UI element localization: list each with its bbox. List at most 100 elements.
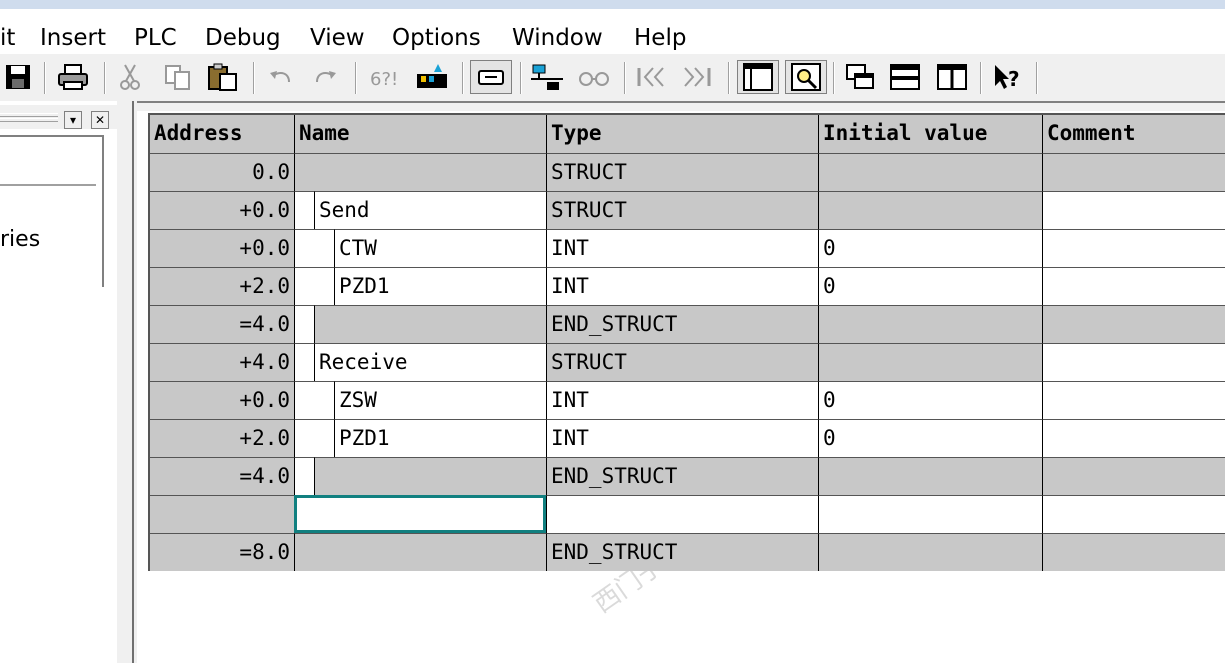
comment-cell[interactable] xyxy=(1042,381,1225,419)
type-cell[interactable]: STRUCT xyxy=(546,191,818,229)
type-cell[interactable]: STRUCT xyxy=(546,153,818,191)
initial-value-cell[interactable] xyxy=(818,153,1042,191)
menu-insert[interactable]: Insert xyxy=(40,25,106,51)
type-cell[interactable]: INT xyxy=(546,419,818,457)
zoom-view-icon[interactable] xyxy=(785,60,827,94)
menu-options[interactable]: Options xyxy=(392,25,481,51)
menu-plc[interactable]: PLC xyxy=(134,25,177,51)
table-row[interactable]: +0.0 Send STRUCT xyxy=(150,191,1225,229)
indent-spacer xyxy=(294,343,314,381)
name-cell[interactable]: Send xyxy=(314,191,546,229)
tree-divider xyxy=(0,184,96,186)
menu-help[interactable]: Help xyxy=(634,25,686,51)
paste-icon[interactable] xyxy=(204,60,242,94)
name-cell[interactable] xyxy=(314,457,546,495)
comment-cell[interactable] xyxy=(1042,153,1225,191)
svg-text:6?!: 6?! xyxy=(370,69,398,90)
initial-value-cell[interactable] xyxy=(818,533,1042,571)
initial-value-cell[interactable]: 0 xyxy=(818,419,1042,457)
last-icon[interactable] xyxy=(680,60,714,94)
type-cell[interactable]: END_STRUCT xyxy=(546,457,818,495)
svg-text:?: ? xyxy=(1008,67,1020,91)
name-cell[interactable] xyxy=(294,533,546,571)
initial-value-cell[interactable]: 0 xyxy=(818,381,1042,419)
name-cell[interactable] xyxy=(294,153,546,191)
type-cell[interactable]: INT xyxy=(546,267,818,305)
undo-icon[interactable] xyxy=(264,60,298,94)
name-cell-selected[interactable] xyxy=(294,495,546,533)
copy-icon[interactable] xyxy=(160,60,196,94)
table-row[interactable]: +0.0 CTW INT 0 xyxy=(150,229,1225,267)
data-view-icon[interactable] xyxy=(737,60,779,94)
menu-debug[interactable]: Debug xyxy=(205,25,281,51)
print-icon[interactable] xyxy=(55,60,91,94)
table-row[interactable]: +0.0 ZSW INT 0 xyxy=(150,381,1225,419)
context-help-icon[interactable]: ? xyxy=(988,60,1028,94)
module-info-icon[interactable] xyxy=(412,60,452,94)
type-cell[interactable]: STRUCT xyxy=(546,343,818,381)
initial-value-cell[interactable]: 0 xyxy=(818,229,1042,267)
initial-value-cell[interactable] xyxy=(818,495,1042,533)
toolbar-separator xyxy=(833,62,835,94)
initial-value-cell[interactable] xyxy=(818,305,1042,343)
name-cell[interactable] xyxy=(314,305,546,343)
comment-cell[interactable] xyxy=(1042,343,1225,381)
name-cell[interactable]: ZSW xyxy=(334,381,546,419)
comment-cell[interactable] xyxy=(1042,305,1225,343)
pane-splitter[interactable] xyxy=(117,101,137,663)
comment-cell[interactable] xyxy=(1042,267,1225,305)
comment-cell[interactable] xyxy=(1042,533,1225,571)
editor-top-border xyxy=(137,101,1225,111)
initial-value-cell[interactable] xyxy=(818,191,1042,229)
save-icon[interactable] xyxy=(2,60,34,94)
glasses-icon[interactable] xyxy=(574,60,614,94)
menu-edit[interactable]: it xyxy=(0,25,15,51)
overview-icon[interactable] xyxy=(840,60,880,94)
initial-value-cell[interactable] xyxy=(818,457,1042,495)
comment-cell[interactable] xyxy=(1042,495,1225,533)
table-row[interactable]: +2.0 PZD1 INT 0 xyxy=(150,267,1225,305)
network-icon[interactable] xyxy=(527,60,567,94)
table-row[interactable]: =4.0 END_STRUCT xyxy=(150,305,1225,343)
address-cell: =4.0 xyxy=(150,305,294,343)
name-cell[interactable]: Receive xyxy=(314,343,546,381)
comment-cell[interactable] xyxy=(1042,229,1225,267)
table-row[interactable]: +2.0 PZD1 INT 0 xyxy=(150,419,1225,457)
comment-cell[interactable] xyxy=(1042,191,1225,229)
type-cell[interactable]: INT xyxy=(546,381,818,419)
comment-cell[interactable] xyxy=(1042,457,1225,495)
type-cell[interactable]: END_STRUCT xyxy=(546,305,818,343)
type-cell[interactable]: END_STRUCT xyxy=(546,533,818,571)
pane-close-button[interactable]: ✕ xyxy=(91,111,109,129)
table-row[interactable] xyxy=(150,495,1225,533)
address-cell: 0.0 xyxy=(150,153,294,191)
split-vertical-icon[interactable] xyxy=(932,60,972,94)
declaration-view-icon[interactable] xyxy=(470,60,512,94)
table-row[interactable]: +4.0 Receive STRUCT xyxy=(150,343,1225,381)
first-icon[interactable] xyxy=(634,60,668,94)
initial-value-cell[interactable] xyxy=(818,343,1042,381)
initial-value-cell[interactable]: 0 xyxy=(818,267,1042,305)
menu-view[interactable]: View xyxy=(310,25,365,51)
name-cell[interactable]: PZD1 xyxy=(334,419,546,457)
toolbar-separator xyxy=(104,62,106,94)
monitor-variables-icon[interactable]: 6?! xyxy=(366,60,406,94)
toolbar-separator xyxy=(624,62,626,94)
split-horizontal-icon[interactable] xyxy=(885,60,925,94)
indent-spacer xyxy=(294,305,314,343)
type-cell[interactable] xyxy=(546,495,818,533)
menu-window[interactable]: Window xyxy=(512,25,603,51)
redo-icon[interactable] xyxy=(308,60,342,94)
tree-item-label[interactable]: ries xyxy=(0,227,40,252)
name-cell[interactable]: PZD1 xyxy=(334,267,546,305)
comment-cell[interactable] xyxy=(1042,419,1225,457)
table-row[interactable]: =8.0 END_STRUCT xyxy=(150,533,1225,571)
table-row[interactable]: =4.0 END_STRUCT xyxy=(150,457,1225,495)
name-cell[interactable]: CTW xyxy=(334,229,546,267)
grip-line xyxy=(0,113,58,117)
cut-icon[interactable] xyxy=(114,60,146,94)
type-cell[interactable]: INT xyxy=(546,229,818,267)
indent-spacer xyxy=(294,457,314,495)
table-row[interactable]: 0.0 STRUCT xyxy=(150,153,1225,191)
pane-dropdown-button[interactable]: ▾ xyxy=(64,111,82,129)
